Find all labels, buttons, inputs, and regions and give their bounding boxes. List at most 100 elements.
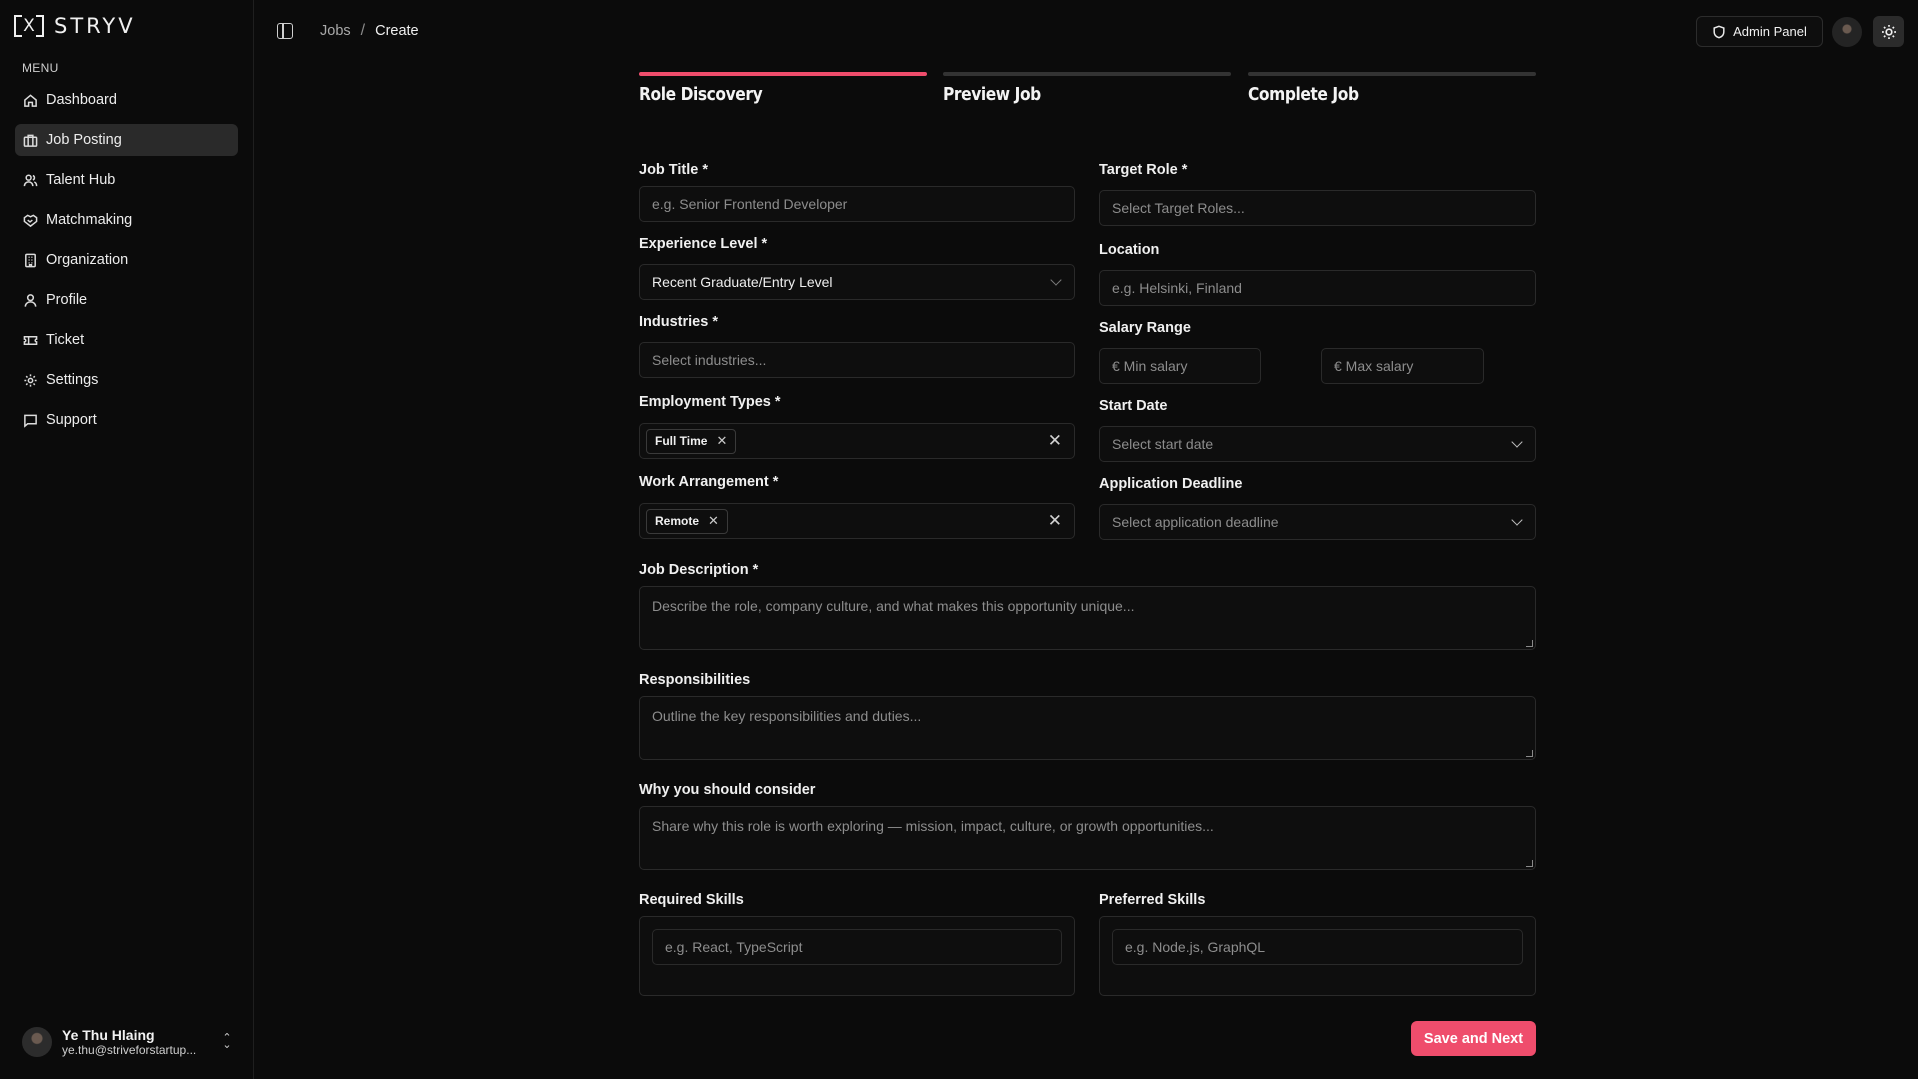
industries-placeholder: Select industries... bbox=[652, 352, 767, 368]
menu-label: MENU bbox=[22, 61, 59, 75]
step-role-discovery[interactable]: Role Discovery bbox=[639, 72, 927, 105]
user-account-menu[interactable]: Ye Thu Hlaing ye.thu@striveforstartup...… bbox=[22, 1022, 234, 1062]
sidebar-item-settings[interactable]: Settings bbox=[15, 364, 238, 396]
chevron-down-icon bbox=[1511, 436, 1523, 448]
sidebar-item-ticket[interactable]: Ticket bbox=[15, 324, 238, 356]
sun-icon bbox=[1881, 24, 1896, 39]
chip-label: Full Time bbox=[655, 434, 708, 448]
logo-mark-icon: X bbox=[14, 14, 44, 38]
handshake-icon bbox=[23, 213, 38, 228]
responsibilities-textarea[interactable]: Outline the key responsibilities and dut… bbox=[639, 696, 1536, 760]
step-progress-bar bbox=[1248, 72, 1536, 76]
target-role-select[interactable]: Select Target Roles... bbox=[1099, 190, 1536, 226]
responsibilities-label: Responsibilities bbox=[639, 672, 751, 688]
breadcrumb-jobs-link[interactable]: Jobs bbox=[320, 23, 351, 39]
sidebar-toggle-icon[interactable] bbox=[277, 23, 293, 39]
shield-icon bbox=[1713, 25, 1725, 38]
header-avatar[interactable] bbox=[1832, 17, 1862, 47]
location-label: Location bbox=[1099, 242, 1160, 258]
theme-toggle-button[interactable] bbox=[1873, 16, 1904, 47]
sidebar-item-label: Matchmaking bbox=[46, 212, 133, 228]
save-and-next-button[interactable]: Save and Next bbox=[1411, 1021, 1536, 1056]
work-arrangement-select[interactable]: Remote ✕ ✕ bbox=[639, 503, 1075, 539]
max-salary-placeholder: € Max salary bbox=[1334, 358, 1414, 374]
required-skills-input[interactable]: e.g. React, TypeScript bbox=[652, 929, 1062, 965]
job-title-input[interactable]: e.g. Senior Frontend Developer bbox=[639, 186, 1075, 222]
user-email: ye.thu@striveforstartup... bbox=[62, 1043, 197, 1057]
chevron-down-icon bbox=[1511, 514, 1523, 526]
required-skills-placeholder: e.g. React, TypeScript bbox=[665, 939, 803, 955]
preferred-skills-box: e.g. Node.js, GraphQL bbox=[1099, 916, 1536, 996]
application-deadline-placeholder: Select application deadline bbox=[1112, 514, 1279, 530]
clear-icon[interactable]: ✕ bbox=[1048, 431, 1062, 451]
chevrons-up-down-icon: ⌃ ⌄ bbox=[222, 1032, 232, 1051]
step-label: Complete Job bbox=[1248, 84, 1359, 105]
breadcrumb-current: Create bbox=[375, 23, 419, 39]
user-name: Ye Thu Hlaing bbox=[62, 1027, 155, 1043]
sidebar-item-label: Talent Hub bbox=[46, 172, 116, 188]
chevron-down-icon bbox=[1050, 274, 1062, 286]
avatar bbox=[22, 1027, 52, 1057]
step-complete-job[interactable]: Complete Job bbox=[1248, 72, 1536, 105]
why-consider-textarea[interactable]: Share why this role is worth exploring —… bbox=[639, 806, 1536, 870]
building-icon bbox=[23, 253, 38, 268]
max-salary-input[interactable]: € Max salary bbox=[1321, 348, 1484, 384]
briefcase-icon bbox=[23, 133, 38, 148]
why-consider-placeholder: Share why this role is worth exploring —… bbox=[652, 818, 1214, 834]
location-input[interactable]: e.g. Helsinki, Finland bbox=[1099, 270, 1536, 306]
sidebar-item-profile[interactable]: Profile bbox=[15, 284, 238, 316]
sidebar-nav: Dashboard Job Posting Talent Hub Matchma… bbox=[15, 84, 238, 444]
required-skills-label: Required Skills bbox=[639, 892, 744, 908]
sidebar-item-dashboard[interactable]: Dashboard bbox=[15, 84, 238, 116]
application-deadline-label: Application Deadline bbox=[1099, 476, 1243, 492]
step-label: Role Discovery bbox=[639, 84, 763, 105]
admin-panel-button[interactable]: Admin Panel bbox=[1696, 16, 1823, 47]
ticket-icon bbox=[23, 333, 38, 348]
preferred-skills-input[interactable]: e.g. Node.js, GraphQL bbox=[1112, 929, 1523, 965]
target-role-label: Target Role * bbox=[1099, 162, 1188, 178]
sidebar-item-label: Ticket bbox=[46, 332, 85, 348]
experience-level-select[interactable]: Recent Graduate/Entry Level bbox=[639, 264, 1075, 300]
sidebar-item-organization[interactable]: Organization bbox=[15, 244, 238, 276]
sidebar-item-label: Settings bbox=[46, 372, 99, 388]
responsibilities-placeholder: Outline the key responsibilities and dut… bbox=[652, 708, 922, 724]
user-icon bbox=[23, 293, 38, 308]
start-date-placeholder: Select start date bbox=[1112, 436, 1214, 452]
message-icon bbox=[23, 413, 38, 428]
min-salary-input[interactable]: € Min salary bbox=[1099, 348, 1261, 384]
sidebar-item-job-posting[interactable]: Job Posting bbox=[15, 124, 238, 156]
industries-label: Industries * bbox=[639, 314, 718, 330]
industries-select[interactable]: Select industries... bbox=[639, 342, 1075, 378]
chip-remove-icon[interactable]: ✕ bbox=[716, 433, 727, 449]
job-description-placeholder: Describe the role, company culture, and … bbox=[652, 598, 1135, 614]
sidebar-item-talent-hub[interactable]: Talent Hub bbox=[15, 164, 238, 196]
job-description-textarea[interactable]: Describe the role, company culture, and … bbox=[639, 586, 1536, 650]
chip-remove-icon[interactable]: ✕ bbox=[708, 513, 719, 529]
sidebar-item-label: Dashboard bbox=[46, 92, 117, 108]
employment-types-select[interactable]: Full Time ✕ ✕ bbox=[639, 423, 1075, 459]
salary-range-label: Salary Range bbox=[1099, 320, 1191, 336]
work-arrangement-chip[interactable]: Remote ✕ bbox=[646, 508, 728, 534]
min-salary-placeholder: € Min salary bbox=[1112, 358, 1188, 374]
sidebar-item-matchmaking[interactable]: Matchmaking bbox=[15, 204, 238, 236]
start-date-label: Start Date bbox=[1099, 398, 1168, 414]
step-label: Preview Job bbox=[943, 84, 1041, 105]
sidebar-item-support[interactable]: Support bbox=[15, 404, 238, 436]
breadcrumb-separator: / bbox=[360, 22, 366, 39]
application-deadline-picker[interactable]: Select application deadline bbox=[1099, 504, 1536, 540]
brand-logo[interactable]: X STRYV bbox=[14, 13, 136, 39]
step-progress-bar bbox=[639, 72, 927, 76]
employment-type-chip[interactable]: Full Time ✕ bbox=[646, 428, 737, 454]
why-consider-label: Why you should consider bbox=[639, 782, 816, 798]
job-title-label: Job Title * bbox=[639, 162, 709, 178]
users-icon bbox=[23, 173, 38, 188]
progress-stepper: Role Discovery Preview Job Complete Job bbox=[639, 72, 1536, 112]
start-date-picker[interactable]: Select start date bbox=[1099, 426, 1536, 462]
clear-icon[interactable]: ✕ bbox=[1048, 511, 1062, 531]
preferred-skills-placeholder: e.g. Node.js, GraphQL bbox=[1125, 939, 1266, 955]
experience-level-value: Recent Graduate/Entry Level bbox=[652, 274, 833, 290]
brand-name: STRYV bbox=[54, 14, 136, 38]
sidebar-item-label: Profile bbox=[46, 292, 88, 308]
step-preview-job[interactable]: Preview Job bbox=[943, 72, 1231, 105]
sidebar-item-label: Job Posting bbox=[46, 132, 122, 148]
